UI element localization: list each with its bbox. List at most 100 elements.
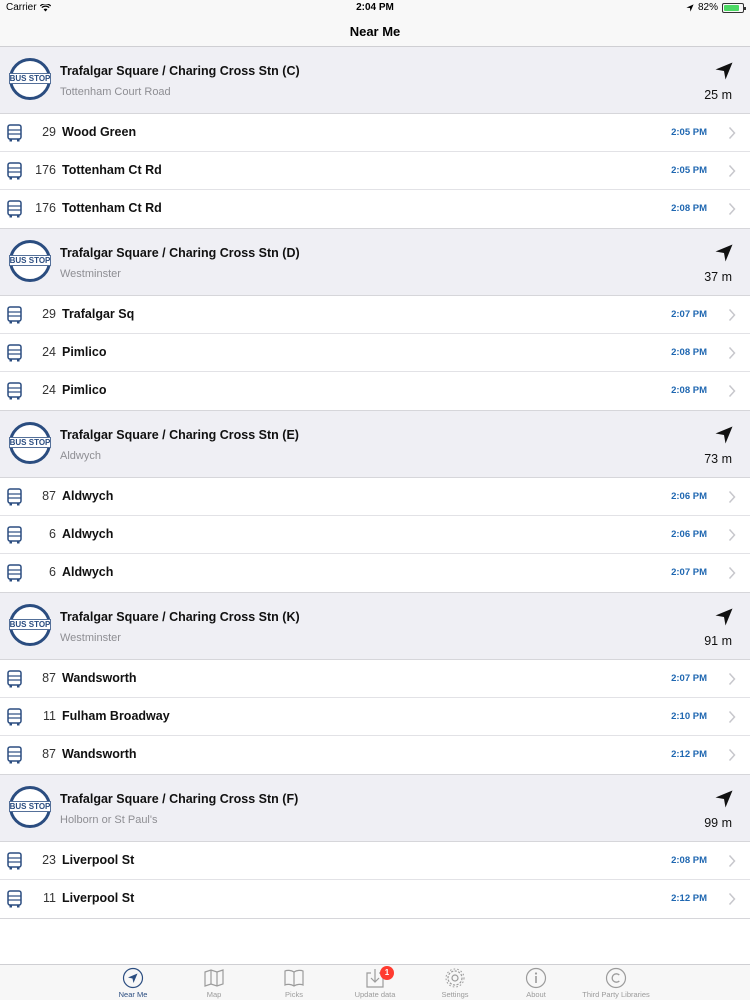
location-arrow-icon	[122, 967, 144, 989]
tab-map[interactable]: Map	[173, 965, 255, 1000]
tab-third-party-libraries[interactable]: Third Party Libraries	[575, 965, 657, 1000]
route-number: 29	[42, 307, 56, 321]
stop-name: Trafalgar Square / Charing Cross Stn (C)	[60, 64, 300, 78]
info-icon	[525, 967, 547, 989]
arrival-time: 2:06 PM	[671, 491, 707, 502]
direction-arrow-icon	[715, 244, 733, 262]
stop-distance: 73 m	[704, 452, 732, 466]
stop-distance: 25 m	[704, 88, 732, 102]
tab-about[interactable]: About	[495, 965, 577, 1000]
direction-arrow-icon	[715, 608, 733, 626]
arrival-time: 2:05 PM	[671, 127, 707, 138]
direction-arrow-icon	[715, 426, 733, 444]
route-number: 24	[42, 345, 56, 359]
stop-header[interactable]: BUS STOP Trafalgar Square / Charing Cross…	[0, 229, 750, 296]
arrival-time: 2:06 PM	[671, 529, 707, 540]
route-row[interactable]: 29 Wood Green 2:05 PM	[0, 114, 750, 152]
bus-stop-logo-text: BUS STOP	[9, 801, 51, 811]
route-number: 87	[42, 671, 56, 685]
stop-header[interactable]: BUS STOP Trafalgar Square / Charing Cross…	[0, 411, 750, 478]
route-row[interactable]: 87 Wandsworth 2:12 PM	[0, 736, 750, 775]
stop-towards: Aldwych	[60, 450, 101, 462]
battery-icon	[722, 2, 746, 13]
chevron-right-icon	[728, 126, 736, 140]
tab-label: Update data	[354, 990, 396, 999]
route-row[interactable]: 87 Aldwych 2:06 PM	[0, 478, 750, 516]
route-row[interactable]: 23 Liverpool St 2:08 PM	[0, 842, 750, 880]
bus-icon	[7, 746, 22, 764]
route-row[interactable]: 29 Trafalgar Sq 2:07 PM	[0, 296, 750, 334]
arrival-time: 2:08 PM	[671, 347, 707, 358]
bus-stop-logo-text: BUS STOP	[9, 619, 51, 629]
arrival-time: 2:05 PM	[671, 165, 707, 176]
stop-name: Trafalgar Square / Charing Cross Stn (E)	[60, 428, 299, 442]
stop-header[interactable]: BUS STOP Trafalgar Square / Charing Cross…	[0, 47, 750, 114]
stops-list[interactable]: BUS STOP Trafalgar Square / Charing Cross…	[0, 47, 750, 964]
route-row[interactable]: 11 Liverpool St 2:12 PM	[0, 880, 750, 919]
route-row[interactable]: 24 Pimlico 2:08 PM	[0, 334, 750, 372]
route-row[interactable]: 176 Tottenham Ct Rd 2:08 PM	[0, 190, 750, 229]
bus-icon	[7, 708, 22, 726]
stop-name: Trafalgar Square / Charing Cross Stn (F)	[60, 792, 299, 806]
battery-level	[724, 4, 739, 11]
route-number: 24	[42, 383, 56, 397]
route-number: 87	[42, 747, 56, 761]
arrival-time: 2:12 PM	[671, 893, 707, 904]
chevron-right-icon	[728, 566, 736, 580]
bus-stop-logo-icon: BUS STOP	[8, 603, 52, 647]
route-row[interactable]: 11 Fulham Broadway 2:10 PM	[0, 698, 750, 736]
stop-name: Trafalgar Square / Charing Cross Stn (D)	[60, 246, 300, 260]
arrival-time: 2:07 PM	[671, 309, 707, 320]
bus-icon	[7, 382, 22, 400]
chevron-right-icon	[728, 892, 736, 906]
tab-settings[interactable]: Settings	[414, 965, 496, 1000]
route-row[interactable]: 176 Tottenham Ct Rd 2:05 PM	[0, 152, 750, 190]
arrival-time: 2:08 PM	[671, 385, 707, 396]
tab-near-me[interactable]: Near Me	[92, 965, 174, 1000]
stop-header[interactable]: BUS STOP Trafalgar Square / Charing Cross…	[0, 775, 750, 842]
bus-icon	[7, 526, 22, 544]
route-number: 176	[35, 201, 56, 215]
chevron-right-icon	[728, 748, 736, 762]
arrival-time: 2:08 PM	[671, 203, 707, 214]
tab-label: Picks	[285, 990, 303, 999]
status-time: 2:04 PM	[356, 2, 394, 13]
chevron-right-icon	[728, 490, 736, 504]
tab-picks[interactable]: Picks	[253, 965, 335, 1000]
route-destination: Tottenham Ct Rd	[62, 201, 162, 215]
arrival-time: 2:07 PM	[671, 673, 707, 684]
route-number: 29	[42, 125, 56, 139]
route-destination: Aldwych	[62, 527, 114, 541]
route-row[interactable]: 87 Wandsworth 2:07 PM	[0, 660, 750, 698]
route-destination: Fulham Broadway	[62, 709, 170, 723]
bus-stop-logo-text: BUS STOP	[9, 437, 51, 447]
route-number: 87	[42, 489, 56, 503]
stop-header[interactable]: BUS STOP Trafalgar Square / Charing Cross…	[0, 593, 750, 660]
tab-bar: Near Me Map Picks Update data 1 Settings About…	[0, 964, 750, 1000]
route-number: 176	[35, 163, 56, 177]
chevron-right-icon	[728, 672, 736, 686]
map-icon	[204, 969, 224, 987]
route-row[interactable]: 24 Pimlico 2:08 PM	[0, 372, 750, 411]
bus-icon	[7, 564, 22, 582]
arrival-time: 2:12 PM	[671, 749, 707, 760]
route-destination: Wandsworth	[62, 747, 137, 761]
bus-stop-logo-icon: BUS STOP	[8, 57, 52, 101]
route-destination: Pimlico	[62, 383, 107, 397]
status-right: 82%	[686, 2, 746, 13]
route-destination: Aldwych	[62, 565, 114, 579]
stop-towards: Westminster	[60, 632, 121, 644]
direction-arrow-icon	[715, 790, 733, 808]
chevron-right-icon	[728, 164, 736, 178]
tab-update-data[interactable]: Update data 1	[334, 965, 416, 1000]
bus-icon	[7, 488, 22, 506]
copyright-icon	[605, 967, 627, 989]
route-number: 11	[43, 709, 56, 723]
route-row[interactable]: 6 Aldwych 2:07 PM	[0, 554, 750, 593]
route-row[interactable]: 6 Aldwych 2:06 PM	[0, 516, 750, 554]
stop-distance: 37 m	[704, 270, 732, 284]
tab-label: About	[526, 990, 546, 999]
chevron-right-icon	[728, 346, 736, 360]
route-destination: Pimlico	[62, 345, 107, 359]
bus-icon	[7, 162, 22, 180]
